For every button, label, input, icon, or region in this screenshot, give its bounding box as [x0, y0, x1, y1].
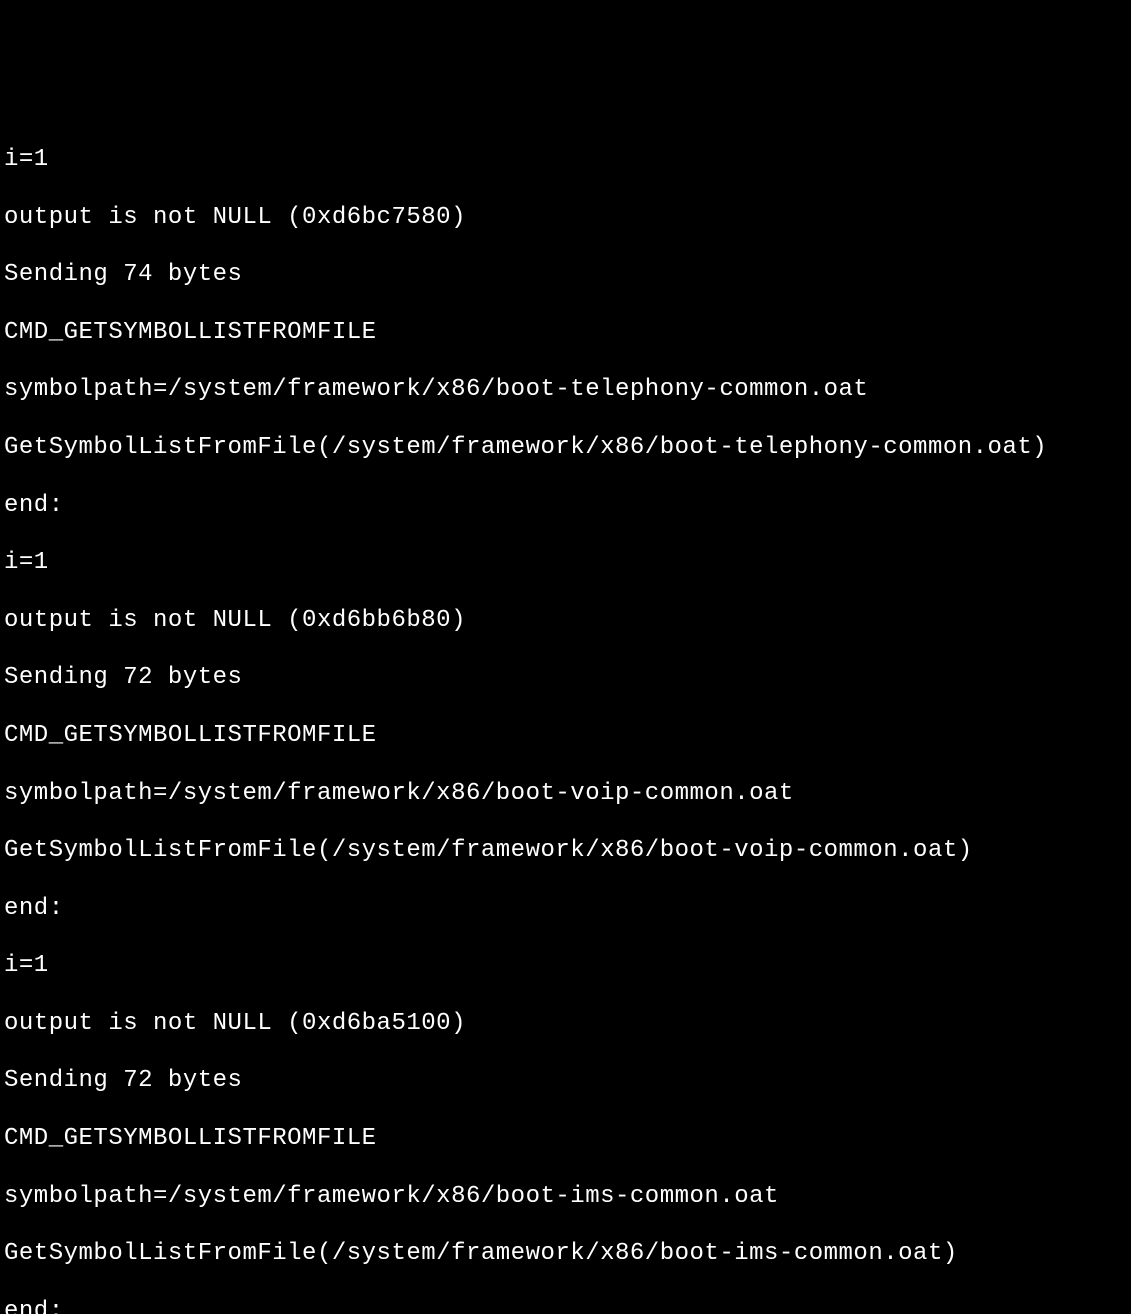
terminal-line: i=1 [4, 549, 1127, 578]
terminal-line: i=1 [4, 952, 1127, 981]
terminal-line: output is not NULL (0xd6bb6b80) [4, 607, 1127, 636]
terminal-line: end: [4, 895, 1127, 924]
terminal-output: i=1 output is not NULL (0xd6bc7580) Send… [4, 117, 1127, 1314]
terminal-line: CMD_GETSYMBOLLISTFROMFILE [4, 319, 1127, 348]
terminal-line: symbolpath=/system/framework/x86/boot-vo… [4, 780, 1127, 809]
terminal-line: CMD_GETSYMBOLLISTFROMFILE [4, 1125, 1127, 1154]
terminal-line: GetSymbolListFromFile(/system/framework/… [4, 837, 1127, 866]
terminal-line: symbolpath=/system/framework/x86/boot-te… [4, 376, 1127, 405]
terminal-line: end: [4, 1298, 1127, 1314]
terminal-line: Sending 74 bytes [4, 261, 1127, 290]
terminal-line: output is not NULL (0xd6bc7580) [4, 204, 1127, 233]
terminal-line: GetSymbolListFromFile(/system/framework/… [4, 434, 1127, 463]
terminal-line: CMD_GETSYMBOLLISTFROMFILE [4, 722, 1127, 751]
terminal-line: Sending 72 bytes [4, 1067, 1127, 1096]
terminal-line: end: [4, 492, 1127, 521]
terminal-line: output is not NULL (0xd6ba5100) [4, 1010, 1127, 1039]
terminal-line: i=1 [4, 146, 1127, 175]
terminal-line: symbolpath=/system/framework/x86/boot-im… [4, 1183, 1127, 1212]
terminal-line: Sending 72 bytes [4, 664, 1127, 693]
terminal-line: GetSymbolListFromFile(/system/framework/… [4, 1240, 1127, 1269]
